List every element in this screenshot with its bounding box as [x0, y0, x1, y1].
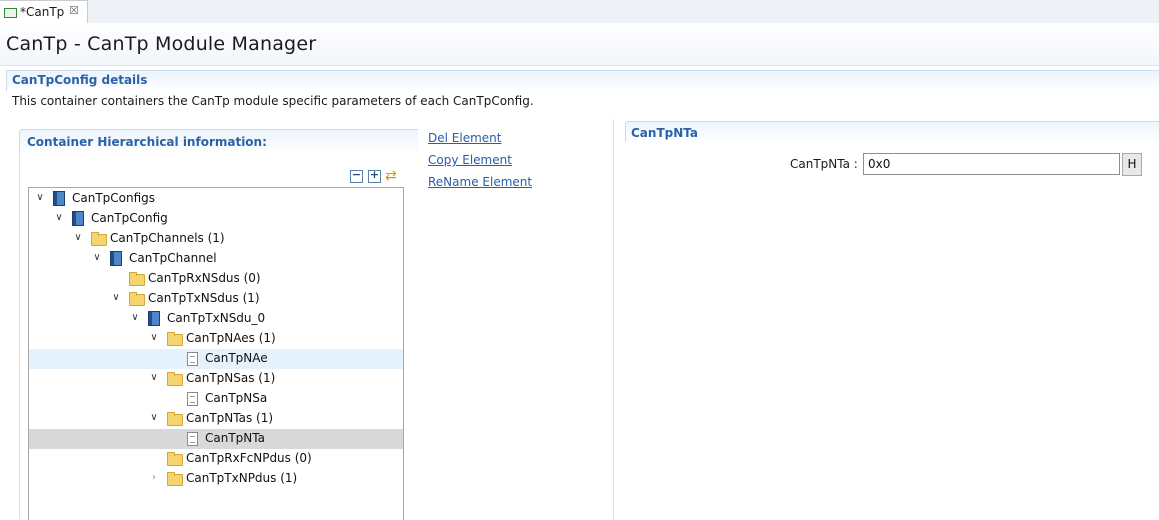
chevron-down-icon[interactable]: ∨ — [34, 191, 46, 205]
tree-item-label: CanTpRxNSdus (0) — [148, 271, 261, 285]
details-description: This container containers the CanTp modu… — [12, 94, 534, 108]
folder-icon — [167, 372, 183, 386]
collapse-all-icon: − — [351, 168, 362, 181]
tree-item[interactable]: ∨ CanTpTxNSdus (1) — [29, 289, 403, 309]
rename-element-link[interactable]: ReName Element — [428, 175, 532, 189]
panel-divider — [613, 119, 614, 519]
cantpnta-input[interactable] — [863, 153, 1120, 175]
tree-item-label: CanTpNTa — [205, 431, 265, 445]
tree-item-label: CanTpChannels (1) — [110, 231, 225, 245]
page-header: CanTp - CanTp Module Manager — [0, 23, 1159, 66]
tree-item[interactable]: › CanTpTxNPdus (1) — [29, 469, 403, 489]
tree-item[interactable]: CanTpNAe — [29, 349, 403, 369]
parameter-section-title: CanTpNTa — [631, 126, 699, 140]
document-icon — [187, 352, 198, 366]
module-icon — [148, 311, 160, 326]
tree-item[interactable]: ∨ CanTpConfig — [29, 209, 403, 229]
editor-icon — [4, 8, 17, 18]
tree-item-label: CanTpNSa — [205, 391, 268, 405]
expand-all-icon: + — [369, 168, 380, 181]
folder-icon — [167, 452, 183, 466]
close-icon[interactable]: ☒ — [69, 4, 79, 17]
chevron-right-icon[interactable]: › — [148, 471, 160, 485]
editor-tab-bar — [0, 0, 1159, 24]
delete-element-link[interactable]: Del Element — [428, 131, 501, 145]
chevron-down-icon[interactable]: ∨ — [129, 311, 141, 325]
tree-item-label: CanTpChannel — [129, 251, 217, 265]
tree-item-label: CanTpTxNSdu_0 — [167, 311, 266, 325]
details-title: CanTpConfig details — [12, 73, 148, 87]
container-tree[interactable]: ∨ CanTpConfigs ∨ CanTpConfig ∨ CanTpChannels … — [28, 187, 404, 520]
folder-icon — [167, 412, 183, 426]
folder-icon — [167, 332, 183, 346]
tree-item[interactable]: CanTpRxNSdus (0) — [29, 269, 403, 289]
hierarchy-title: Container Hierarchical information: — [27, 135, 267, 149]
document-icon — [187, 432, 198, 446]
chevron-down-icon[interactable]: ∨ — [110, 291, 122, 305]
tree-item-label: CanTpConfigs — [72, 191, 156, 205]
chevron-down-icon[interactable]: ∨ — [72, 231, 84, 245]
tab-label: *CanTp — [20, 5, 65, 19]
cantpnta-label: CanTpNTa : — [790, 157, 858, 171]
tree-item[interactable]: ∨ CanTpChannel — [29, 249, 403, 269]
tree-item-label: CanTpTxNPdus (1) — [186, 471, 298, 485]
tree-item[interactable]: ∨ CanTpChannels (1) — [29, 229, 403, 249]
tree-item[interactable]: CanTpNTa — [29, 429, 403, 449]
page-title: CanTp - CanTp Module Manager — [6, 33, 317, 55]
copy-element-link[interactable]: Copy Element — [428, 153, 512, 167]
folder-icon — [91, 232, 107, 246]
tree-item-label: CanTpNTas (1) — [186, 411, 274, 425]
chevron-down-icon[interactable]: ∨ — [53, 211, 65, 225]
folder-icon — [167, 472, 183, 486]
tree-item[interactable]: CanTpRxFcNPdus (0) — [29, 449, 403, 469]
tree-item-label: CanTpConfig — [91, 211, 168, 225]
sync-icon[interactable]: ⇄ — [385, 168, 397, 184]
chevron-down-icon[interactable]: ∨ — [148, 411, 160, 425]
module-icon — [72, 211, 84, 226]
folder-icon — [129, 272, 145, 286]
tree-item[interactable]: ∨ CanTpConfigs — [29, 189, 403, 209]
tree-item-label: CanTpNSas (1) — [186, 371, 276, 385]
tree-item-label: CanTpTxNSdus (1) — [148, 291, 260, 305]
tree-item[interactable]: ∨ CanTpTxNSdu_0 — [29, 309, 403, 329]
hex-button[interactable]: H — [1122, 153, 1142, 176]
parameter-section-bar — [625, 121, 1159, 142]
document-icon — [187, 392, 198, 406]
details-section-bar — [6, 70, 1159, 91]
folder-icon — [129, 292, 145, 306]
tree-item-label: CanTpRxFcNPdus (0) — [186, 451, 312, 465]
tree-item[interactable]: ∨ CanTpNTas (1) — [29, 409, 403, 429]
module-icon — [53, 191, 65, 206]
chevron-down-icon[interactable]: ∨ — [148, 371, 160, 385]
chevron-down-icon[interactable]: ∨ — [148, 331, 160, 345]
expand-all-button[interactable]: + — [368, 168, 381, 183]
tree-item[interactable]: CanTpNSa — [29, 389, 403, 409]
collapse-all-button[interactable]: − — [350, 168, 363, 183]
tree-item[interactable]: ∨ CanTpNSas (1) — [29, 369, 403, 389]
tree-item-label: CanTpNAes (1) — [186, 331, 276, 345]
section-divider — [19, 153, 20, 519]
tree-item[interactable]: ∨ CanTpNAes (1) — [29, 329, 403, 349]
tab-cantp[interactable]: *CanTp ☒ — [0, 0, 88, 23]
module-icon — [110, 251, 122, 266]
tree-item-label: CanTpNAe — [205, 351, 268, 365]
chevron-down-icon[interactable]: ∨ — [91, 251, 103, 265]
